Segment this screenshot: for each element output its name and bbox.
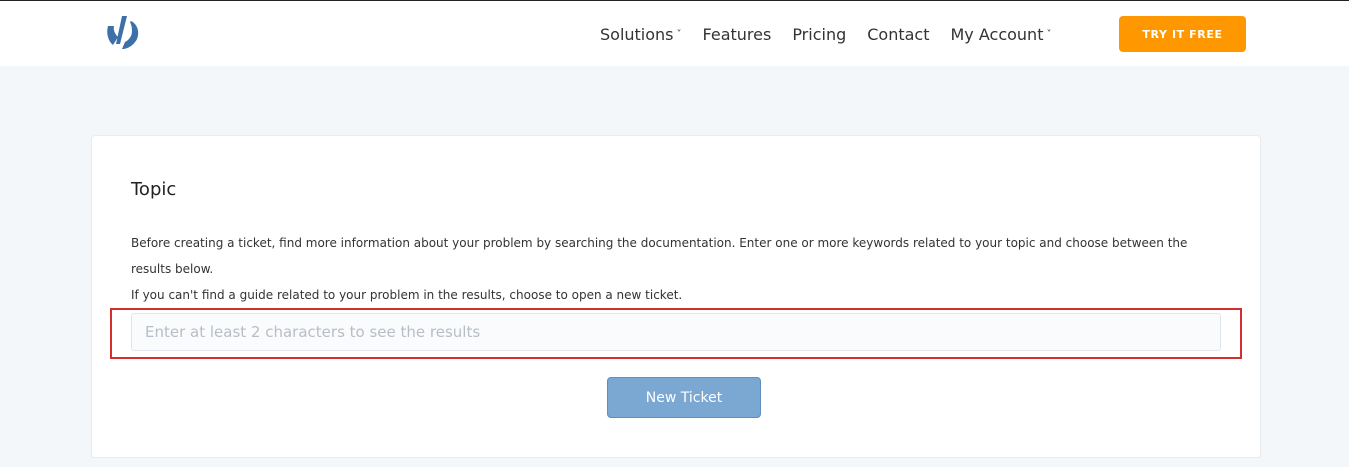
new-ticket-button[interactable]: New Ticket <box>607 377 761 418</box>
brand-logo-icon[interactable] <box>104 13 144 53</box>
topic-description: Before creating a ticket, find more info… <box>131 230 1211 308</box>
topic-search-input[interactable] <box>131 313 1221 351</box>
main-nav: Solutions ˅ Features Pricing Contact My … <box>600 1 1072 67</box>
chevron-down-icon: ˅ <box>1046 28 1052 40</box>
nav-item-label: Contact <box>867 24 930 44</box>
nav-item-label: Pricing <box>792 24 847 44</box>
topic-card: Topic Before creating a ticket, find mor… <box>91 135 1261 458</box>
nav-item-features[interactable]: Features <box>703 25 772 44</box>
description-line: Before creating a ticket, find more info… <box>131 236 1188 276</box>
nav-item-label: My Account <box>950 24 1044 44</box>
nav-item-label: Solutions <box>600 24 674 44</box>
try-it-free-button[interactable]: TRY IT FREE <box>1119 16 1246 52</box>
nav-item-label: Features <box>702 24 772 44</box>
page: Solutions ˅ Features Pricing Contact My … <box>0 0 1349 467</box>
nav-item-contact[interactable]: Contact <box>867 25 929 44</box>
site-header: Solutions ˅ Features Pricing Contact My … <box>0 0 1349 66</box>
chevron-down-icon: ˅ <box>676 28 682 40</box>
description-line: If you can't find a guide related to you… <box>131 288 683 302</box>
nav-item-pricing[interactable]: Pricing <box>792 25 846 44</box>
card-title: Topic <box>131 179 177 200</box>
nav-item-my-account[interactable]: My Account ˅ <box>951 25 1052 44</box>
nav-item-solutions[interactable]: Solutions ˅ <box>600 25 682 44</box>
